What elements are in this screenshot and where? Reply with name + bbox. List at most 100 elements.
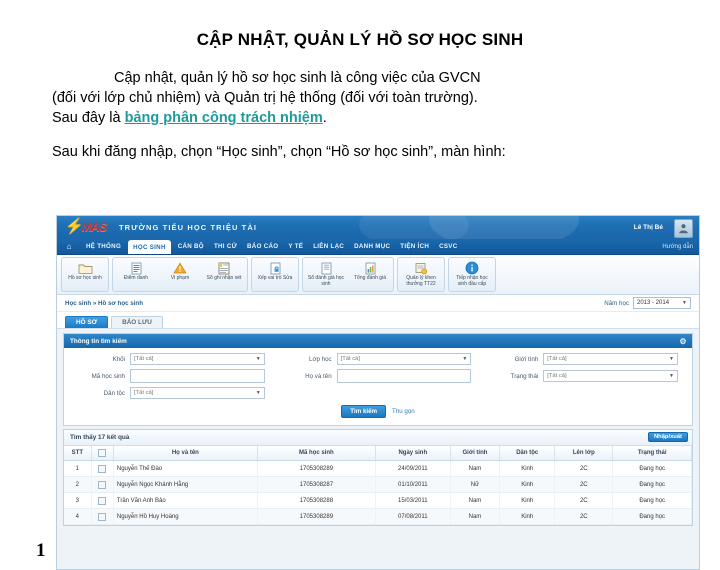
select-trang-thai[interactable]: [Tất cả] ▼ [543,370,678,382]
breadcrumb[interactable]: Học sinh » Hồ sơ học sinh [65,300,143,307]
cell-checkbox[interactable] [91,460,114,477]
checkbox-icon[interactable] [98,496,107,505]
search-panel: Thông tin tìm kiếm ⚙ Khối [Tất cả] ▼ Lớp… [63,333,693,426]
nav-item-0[interactable]: HỆ THỐNG [81,239,126,254]
toolbar-button-new-student-intake[interactable]: Tiếp nhận học sinh đầu cấp [450,259,494,290]
toolbar-button-comment-book[interactable]: Sổ ghi nhận xét [202,259,246,290]
toolbar-button-student-profile[interactable]: Hồ sơ học sinh [63,259,107,290]
toolbar-button-summary-evaluation[interactable]: Tổng đánh giá [348,259,392,290]
toolbar-label-0-0: Hồ sơ học sinh [68,275,102,281]
help-link[interactable]: Hướng dẫn [662,239,693,254]
book-icon [319,261,334,275]
col-ethnicity[interactable]: Dân tộc [499,446,556,461]
select-khoi[interactable]: [Tất cả] ▼ [130,353,265,365]
chevron-down-icon: ▼ [682,300,687,306]
toolbar-label-1-1: Vi phạm [170,275,190,281]
field-ma-hoc-sinh: Mã học sinh [68,369,275,383]
input-ma-hoc-sinh[interactable] [130,369,265,383]
logo-text: MAS [81,219,108,234]
user-name: Lê Thị Bé [633,224,663,231]
intro-line-3-suffix: . [322,110,327,126]
col-code[interactable]: Mã học sinh [257,446,376,461]
cell-name[interactable]: Nguyễn Ngọc Khánh Hằng [113,476,258,493]
breadcrumb-row: Học sinh » Hồ sơ học sinh Năm học 2013 -… [57,295,699,312]
checkbox-icon[interactable] [98,512,107,521]
cell-name[interactable]: Nguyễn Hồ Huy Hoàng [113,508,258,525]
cell-checkbox[interactable] [91,476,114,493]
col-stt[interactable]: STT [64,446,92,461]
checkbox-icon[interactable] [98,449,107,457]
nav-item-2[interactable]: CÁN BỘ [173,239,209,254]
results-count: Tìm thấy 17 kết quả [70,434,130,441]
table-row[interactable]: 3 Trần Văn Anh Bảo 1705308288 15/03/2011… [64,492,692,509]
user-icon [679,224,688,234]
nav-item-6[interactable]: LIÊN LẠC [308,239,349,254]
cell-class: 2C [554,460,614,477]
select-gioi-tinh[interactable]: [Tất cả] ▼ [543,353,678,365]
nav-item-9[interactable]: CSVC [434,239,462,254]
chevron-down-icon: ▼ [462,356,468,362]
label-lop-hoc: Lớp học [309,355,332,363]
search-button[interactable]: Tìm kiếm [341,405,387,418]
table-row[interactable]: 4 Nguyễn Hồ Huy Hoàng 1705308289 07/08/2… [64,508,692,525]
responsibility-table-link[interactable]: bảng phân công trách nhiệm [125,110,323,126]
tab-bao-luu[interactable]: BẢO LƯU [111,316,163,328]
cell-checkbox[interactable] [91,492,114,509]
search-panel-body: Khối [Tất cả] ▼ Lớp học [Tất cả] ▼ Giới … [64,348,692,425]
import-export-button[interactable]: Nhập/xuất [647,432,688,442]
cell-ethnicity: Kinh [499,492,556,509]
nav-item-1[interactable]: HỌC SINH [128,240,171,254]
select-dan-toc[interactable]: [Tất cả] ▼ [130,387,265,399]
table-row[interactable]: 2 Nguyễn Ngọc Khánh Hằng 1705308287 01/1… [64,476,692,493]
cell-checkbox[interactable] [91,508,114,525]
cell-ethnicity: Kinh [499,508,556,525]
school-year-label: Năm học [604,299,629,307]
toolbar-button-attendance[interactable]: Điểm danh [114,259,158,290]
app-screenshot: ⚡ MAS TRƯỜNG TIỂU HỌC TRIỆU TÀI Lê Thị Bé… [56,215,700,570]
col-dob[interactable]: Ngày sinh [375,446,451,461]
cell-name[interactable]: Trần Văn Anh Bảo [113,492,258,509]
toolbar-label-2-0: Xếp vai trò Sửa [257,275,293,281]
nav-item-3[interactable]: THI CỬ [209,239,242,254]
checkbox-icon[interactable] [98,480,107,489]
cell-dob: 24/09/2011 [375,460,451,477]
nav-item-5[interactable]: Y TẾ [283,239,308,254]
select-lop-hoc[interactable]: [Tất cả] ▼ [336,353,472,365]
school-year-control: Năm học 2013 - 2014 ▼ [604,297,691,309]
cell-sex: Nam [450,508,501,525]
search-row-0: Khối [Tất cả] ▼ Lớp học [Tất cả] ▼ Giới … [68,353,688,365]
cell-name[interactable]: Nguyễn Thế Đào [113,460,258,477]
nav-item-7[interactable]: DANH MỤC [349,239,395,254]
list-icon [129,261,144,275]
col-sex[interactable]: Giới tính [450,446,501,461]
toolbar-button-evaluation-book[interactable]: Sổ đánh giá học sinh [304,259,348,290]
table-row[interactable]: 1 Nguyễn Thế Đào 1705308289 24/09/2011 N… [64,460,692,477]
app-header: ⚡ MAS TRƯỜNG TIỂU HỌC TRIỆU TÀI Lê Thị Bé [57,216,699,239]
collapse-link[interactable]: Thu gọn [392,408,415,415]
gear-icon[interactable]: ⚙ [678,336,688,346]
search-row-2: Dân tộc [Tất cả] ▼ [68,387,688,399]
school-year-select[interactable]: 2013 - 2014 ▼ [633,297,691,309]
field-gioi-tinh: Giới tính [Tất cả] ▼ [481,353,688,365]
chart-icon [363,261,378,275]
cell-dob: 07/08/2011 [375,508,451,525]
checkbox-icon[interactable] [98,464,107,473]
cell-status: Đang học [612,476,692,493]
col-name[interactable]: Họ và tên [113,446,258,461]
chevron-down-icon: ▼ [668,373,674,379]
nav-item-8[interactable]: TIỆN ÍCH [395,239,434,254]
col-class[interactable]: Lên lớp [554,446,614,461]
home-icon[interactable]: ⌂ [57,239,81,254]
toolbar-button-award-management[interactable]: Quản lý khen thưởng TT22 [399,259,443,290]
tab-ho-so[interactable]: HỒ SƠ [65,316,109,328]
label-gioi-tinh: Giới tính [514,355,539,363]
toolbar-button-violation[interactable]: Vi phạm [158,259,202,290]
chevron-down-icon: ▼ [668,356,674,362]
avatar[interactable] [674,219,693,238]
nav-item-4[interactable]: BÁO CÁO [242,239,283,254]
col-select-all[interactable] [91,446,114,461]
toolbar-button-role-edit[interactable]: Xếp vai trò Sửa [253,259,297,290]
input-ho-va-ten[interactable] [336,369,472,383]
col-status[interactable]: Trạng thái [612,446,692,461]
chevron-down-icon: ▼ [255,390,261,396]
